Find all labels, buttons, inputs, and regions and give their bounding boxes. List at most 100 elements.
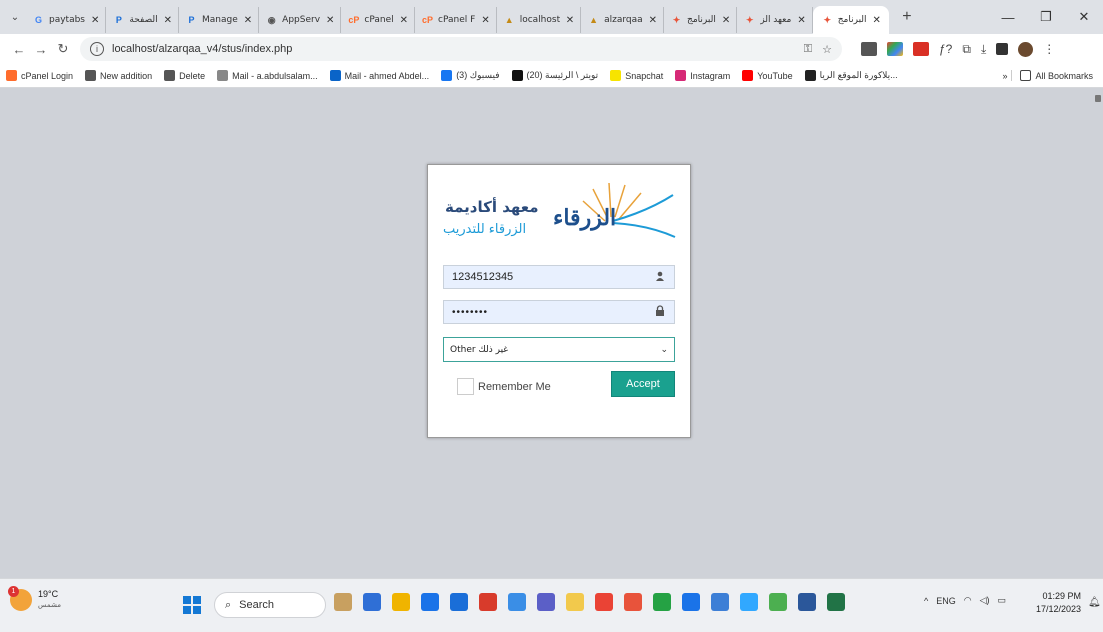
taskbar-app-icon[interactable]: [566, 593, 584, 611]
browser-tab[interactable]: cP cPanel F ✕: [415, 7, 497, 33]
close-tab-icon[interactable]: ✕: [649, 15, 657, 26]
chevron-down-icon[interactable]: ⌄: [660, 344, 668, 355]
clock[interactable]: 01:29 PM 17/12/2023: [1036, 590, 1081, 616]
function-extension-icon[interactable]: ƒ?: [939, 42, 952, 56]
pdf-extension-icon[interactable]: [913, 42, 929, 56]
taskbar-app-icon[interactable]: [363, 593, 381, 611]
browser-tab[interactable]: P الصفحة ✕: [106, 7, 180, 33]
password-key-icon[interactable]: ⚿: [804, 43, 812, 56]
bookmark-item[interactable]: Mail - a.abdulsalam...: [217, 70, 318, 81]
battery-icon[interactable]: ▭: [998, 595, 1007, 606]
taskbar-app-icon[interactable]: [421, 593, 439, 611]
taskbar-app-icon[interactable]: [827, 593, 845, 611]
url-text[interactable]: localhost/alzarqaa_v4/stus/index.php: [112, 43, 794, 55]
volume-icon[interactable]: ◁): [980, 595, 990, 606]
wifi-icon[interactable]: ◠: [964, 595, 972, 606]
close-tab-icon[interactable]: ✕: [91, 15, 99, 26]
bookmark-item[interactable]: يلاكورة الموقع الريا...: [804, 70, 898, 81]
close-tab-icon[interactable]: ✕: [797, 15, 805, 26]
back-icon[interactable]: ←: [8, 42, 30, 57]
taskbar-search[interactable]: ⌕ Search: [214, 592, 326, 618]
bookmark-star-icon[interactable]: ☆: [822, 43, 832, 56]
profile-avatar[interactable]: [1018, 41, 1034, 57]
active-tab[interactable]: ✦ البرنامج ✕: [812, 6, 889, 34]
tab-search-icon[interactable]: ⌄: [4, 6, 26, 28]
extension-icon[interactable]: [861, 42, 877, 56]
remember-me-checkbox[interactable]: [457, 378, 474, 395]
category-select-value[interactable]: Other غير ذلك: [450, 345, 660, 355]
minimize-icon[interactable]: —: [989, 10, 1027, 25]
close-tab-icon[interactable]: ✕: [326, 15, 334, 26]
accept-button[interactable]: Accept: [611, 371, 675, 397]
close-tab-icon[interactable]: ✕: [722, 15, 730, 26]
taskbar-app-icon[interactable]: [769, 593, 787, 611]
omnibox[interactable]: i localhost/alzarqaa_v4/stus/index.php ⚿…: [80, 37, 842, 61]
browser-tab[interactable]: ✦ البرنامج ✕: [664, 7, 738, 33]
bookmark-item[interactable]: New addition: [85, 70, 152, 81]
taskbar-app-icon[interactable]: [479, 593, 497, 611]
taskbar-app-icon[interactable]: [682, 593, 700, 611]
browser-tab[interactable]: P Manage ✕: [179, 7, 260, 33]
menu-dots-icon[interactable]: ⋮: [1043, 42, 1055, 56]
category-select[interactable]: Other غير ذلك ⌄: [443, 337, 675, 362]
username-value[interactable]: 1234512345: [452, 271, 654, 283]
side-panel-icon[interactable]: [996, 43, 1009, 55]
taskbar-app-icon[interactable]: [624, 593, 642, 611]
browser-tab[interactable]: ◉ AppServ ✕: [259, 7, 342, 33]
all-bookmarks-button[interactable]: All Bookmarks: [1011, 70, 1093, 81]
logo-line1: معهد أكاديمة: [445, 198, 539, 216]
taskbar-app-icon[interactable]: [392, 593, 410, 611]
windows-start-icon[interactable]: [183, 596, 201, 614]
browser-tab[interactable]: cP cPanel ✕: [341, 7, 416, 33]
bookmark-item[interactable]: cPanel Login: [6, 70, 73, 81]
close-tab-icon[interactable]: ✕: [244, 15, 252, 26]
bookmark-item[interactable]: Mail - ahmed Abdel...: [329, 70, 429, 81]
browser-tab[interactable]: ▲ alzarqaa ✕: [581, 7, 665, 33]
weather-widget[interactable]: 1 19°C مشمس: [8, 586, 61, 611]
bookmark-item[interactable]: Delete: [164, 70, 205, 81]
close-tab-icon[interactable]: ✕: [873, 15, 881, 26]
restore-icon[interactable]: ❐: [1027, 9, 1065, 25]
taskbar-app-icon[interactable]: [537, 593, 555, 611]
taskbar-app-icon[interactable]: [595, 593, 613, 611]
bookmark-label: YouTube: [757, 70, 793, 81]
taskbar-app-icon[interactable]: [711, 593, 729, 611]
bookmark-favicon-icon: [742, 70, 754, 81]
close-tab-icon[interactable]: ✕: [400, 15, 408, 26]
taskbar-app-icon[interactable]: [740, 593, 758, 611]
browser-tab[interactable]: ✦ معهد الز ✕: [737, 7, 813, 33]
taskbar-app-icon[interactable]: [450, 593, 468, 611]
site-info-icon[interactable]: i: [90, 42, 104, 56]
browser-tab[interactable]: ▲ localhost ✕: [497, 7, 582, 33]
taskbar-app-icon[interactable]: [653, 593, 671, 611]
password-field[interactable]: ••••••••: [443, 300, 675, 324]
tray-overflow-icon[interactable]: ^: [924, 596, 928, 606]
taskbar-app-icon[interactable]: [798, 593, 816, 611]
taskbar-app-icon[interactable]: [334, 593, 352, 611]
language-indicator[interactable]: ENG: [936, 596, 956, 606]
bookmark-item[interactable]: (3) فيسبوك: [441, 70, 500, 81]
close-window-icon[interactable]: ✕: [1065, 9, 1103, 25]
puzzle-extensions-icon[interactable]: ⧉: [962, 42, 971, 57]
username-field[interactable]: 1234512345: [443, 265, 675, 289]
password-value[interactable]: ••••••••: [452, 307, 654, 318]
bookmark-item[interactable]: Instagram: [675, 70, 730, 81]
tab-favicon-icon: cP: [348, 14, 360, 25]
bookmark-item[interactable]: Snapchat: [610, 70, 663, 81]
close-tab-icon[interactable]: ✕: [566, 15, 574, 26]
close-tab-icon[interactable]: ✕: [481, 15, 489, 26]
reload-icon[interactable]: ↻: [52, 41, 74, 57]
bookmark-item[interactable]: YouTube: [742, 70, 793, 81]
bookmarks-overflow-button[interactable]: »: [1002, 71, 1007, 81]
forward-icon[interactable]: →: [30, 42, 52, 57]
browser-tab[interactable]: Gpaytabs ✕: [26, 7, 107, 33]
close-tab-icon[interactable]: ✕: [164, 15, 172, 26]
new-tab-button[interactable]: +: [897, 8, 917, 26]
bookmark-favicon-icon: [217, 70, 229, 81]
notification-bell-icon[interactable]: 🔔︎: [1088, 597, 1101, 608]
extension-icon[interactable]: [887, 42, 903, 56]
taskbar-app-icon[interactable]: [508, 593, 526, 611]
remember-me[interactable]: Remember Me: [457, 378, 551, 395]
bookmark-item[interactable]: (20) تويتر \ الرئيسة: [511, 70, 598, 81]
download-icon[interactable]: ⤓: [981, 42, 986, 57]
